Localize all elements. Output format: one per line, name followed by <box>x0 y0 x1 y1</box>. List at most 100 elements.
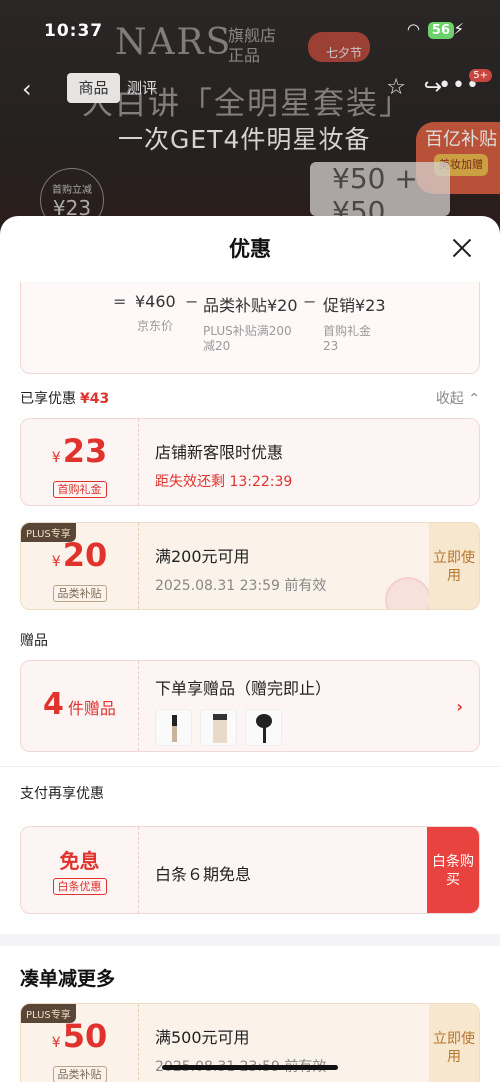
subsidy-label: PLUS补贴满200减20 <box>203 324 292 353</box>
promo-label: 首购礼金23 <box>323 324 372 353</box>
gift-card[interactable]: 4 件赠品 下单享赠品（赠完即止） › <box>20 660 480 752</box>
coupon-info: 满200元可用 2025.08.31 23:59 前有效 <box>155 543 423 595</box>
formula-promo: 促销¥23 首购礼金23 <box>323 292 386 354</box>
coupon-value: ¥23 首购礼金 <box>21 419 138 505</box>
festival-badge: 七夕节 <box>308 32 370 62</box>
chevron-up-icon: ⌃ <box>468 391 480 407</box>
gift-thumbnails <box>155 709 423 746</box>
back-arrow-icon[interactable]: ‹ <box>22 75 32 103</box>
coupon-new-customer[interactable]: ¥23 首购礼金 店铺新客限时优惠 距失效还剩 13:22:39 <box>20 418 480 506</box>
minus-sign: − <box>303 292 317 311</box>
pay-interest-free-card: 免息 白条优惠 白条６期免息 白条购买 <box>20 826 480 914</box>
enjoyed-label: 已享优惠 ¥43 <box>20 388 109 408</box>
gift-amount: 4 件赠品 <box>21 687 138 722</box>
coupon-info: 店铺新客限时优惠 距失效还剩 13:22:39 <box>155 439 423 491</box>
coupon-title: 满500元可用 <box>155 1028 250 1047</box>
gift-section-title: 赠品 <box>20 633 48 649</box>
pay-title: 白条６期免息 <box>155 865 252 884</box>
pay-info: 白条６期免息 <box>155 861 423 885</box>
currency-symbol: ¥ <box>51 450 61 466</box>
coupon-tag: 品类补贴 <box>52 1066 107 1082</box>
interest-free-title: 免息 <box>59 849 100 873</box>
coupon-preview-cards: ¥50 + ¥50 <box>310 162 450 228</box>
subline: 一次GET4件明星妆备 <box>118 125 371 154</box>
amount-value: 20 <box>62 536 108 574</box>
coupon-tag: 品类补贴 <box>52 585 107 602</box>
coupon-amount: ¥23 <box>21 433 138 476</box>
coupon-divider <box>138 523 139 609</box>
top-nav: ‹ 商品 测评 ☆ ↪ ••• 5+ <box>0 69 500 105</box>
charging-icon: ⚡ <box>453 20 464 38</box>
currency-symbol: ¥ <box>51 1035 61 1051</box>
gift-title: 下单享赠品（赠完即止） <box>155 679 332 698</box>
coupon-title: 满200元可用 <box>155 547 250 566</box>
close-icon[interactable] <box>448 234 476 262</box>
coupon-title: 店铺新客限时优惠 <box>155 443 284 462</box>
gift-section-row: 赠品 <box>0 610 500 660</box>
collapse-toggle[interactable]: 收起 ⌃ <box>436 388 480 408</box>
collapse-label: 收起 <box>435 391 464 407</box>
pay-value: 免息 白条优惠 <box>21 827 138 913</box>
coupon-amount: ¥50 <box>21 1018 138 1061</box>
concealer-thumbnail <box>155 709 192 746</box>
coupon-tag: 首购礼金 <box>52 481 107 498</box>
gift-unit: 件赠品 <box>67 699 116 718</box>
more-discount-title: 凑单减更多 <box>20 968 116 990</box>
coupon-divider <box>138 419 139 505</box>
baitiao-buy-button[interactable]: 白条购买 <box>427 827 479 913</box>
formula-subsidy: 品类补贴¥20 PLUS补贴满200减20 <box>203 292 299 354</box>
gift-info: 下单享赠品（赠完即止） <box>155 675 423 746</box>
home-indicator[interactable] <box>162 1065 338 1070</box>
pay-section-row: 支付再享优惠 <box>0 766 500 826</box>
total-label: 京东价 <box>137 319 174 333</box>
wifi-icon: ◠ <box>406 20 420 38</box>
brand-tag: 正品 <box>228 46 261 65</box>
minus-sign: − <box>185 292 199 311</box>
favorite-star-icon[interactable]: ☆ <box>386 75 406 100</box>
battery-indicator: 56 <box>427 22 454 39</box>
total-price: ¥460 <box>135 292 176 311</box>
promo-value: 促销¥23 <box>323 296 386 315</box>
product-page-background: 10:37 ◠ 56 ⚡ NARS 旗舰店 正品 七夕节 大白讲「全明星套装」 … <box>0 0 500 240</box>
sheet-header: 优惠 <box>0 216 500 282</box>
message-count-badge: 5+ <box>469 69 492 82</box>
coupon-plus-subsidy: PLUS专享 ¥20 品类补贴 满200元可用 2025.08.31 23:59… <box>20 522 480 610</box>
brand-tags: 旗舰店 正品 <box>228 26 276 66</box>
pay-section-title: 支付再享优惠 <box>20 786 104 802</box>
coupon-countdown: 距失效还剩 13:22:39 <box>155 474 293 490</box>
currency-symbol: ¥ <box>51 554 61 570</box>
subsidy-title: 百亿补贴 <box>425 129 497 150</box>
gift-count-value: 4 <box>43 687 64 722</box>
gift-count: 4 件赠品 <box>21 661 138 751</box>
price-breakdown: = ¥460 京东价 − 品类补贴¥20 PLUS补贴满200减20 − 促销¥… <box>20 282 480 374</box>
coupon-expiry: 2025.08.31 23:59 前有效 <box>155 578 327 594</box>
enjoyed-text: 已享优惠 <box>20 391 76 407</box>
tab-review[interactable]: 测评 <box>127 77 157 98</box>
pay-tag: 白条优惠 <box>52 878 107 895</box>
coupon-divider <box>138 827 139 913</box>
coupon-value: ¥50 品类补贴 <box>21 1004 138 1082</box>
subsidy-value: 品类补贴¥20 <box>203 296 298 315</box>
coupon-amount: ¥20 <box>21 537 138 580</box>
received-stamp-icon <box>385 577 431 609</box>
amount-value: 50 <box>62 1017 108 1055</box>
coupon-divider <box>138 661 139 751</box>
brush-thumbnail <box>245 709 282 746</box>
brand-logo: NARS <box>115 22 233 63</box>
amount-value: 23 <box>62 432 108 470</box>
chevron-right-icon: › <box>456 697 463 716</box>
enjoyed-amount: ¥43 <box>80 391 110 407</box>
coupon-divider <box>138 1004 139 1082</box>
foundation-thumbnail <box>200 709 237 746</box>
tab-goods[interactable]: 商品 <box>67 73 120 103</box>
section-separator <box>0 934 500 946</box>
coupon-value: ¥20 品类补贴 <box>21 523 138 609</box>
use-now-button[interactable]: 立即使用 <box>429 1004 479 1082</box>
sheet-title: 优惠 <box>229 237 271 261</box>
clock: 10:37 <box>44 21 104 41</box>
equals-sign: = <box>113 292 127 311</box>
first-purchase-label: 首购立减 <box>52 185 92 196</box>
enjoyed-discount-row: 已享优惠 ¥43 收起 ⌃ <box>0 374 500 418</box>
formula-total: ¥460 京东价 <box>135 292 176 334</box>
use-now-button[interactable]: 立即使用 <box>429 523 479 609</box>
